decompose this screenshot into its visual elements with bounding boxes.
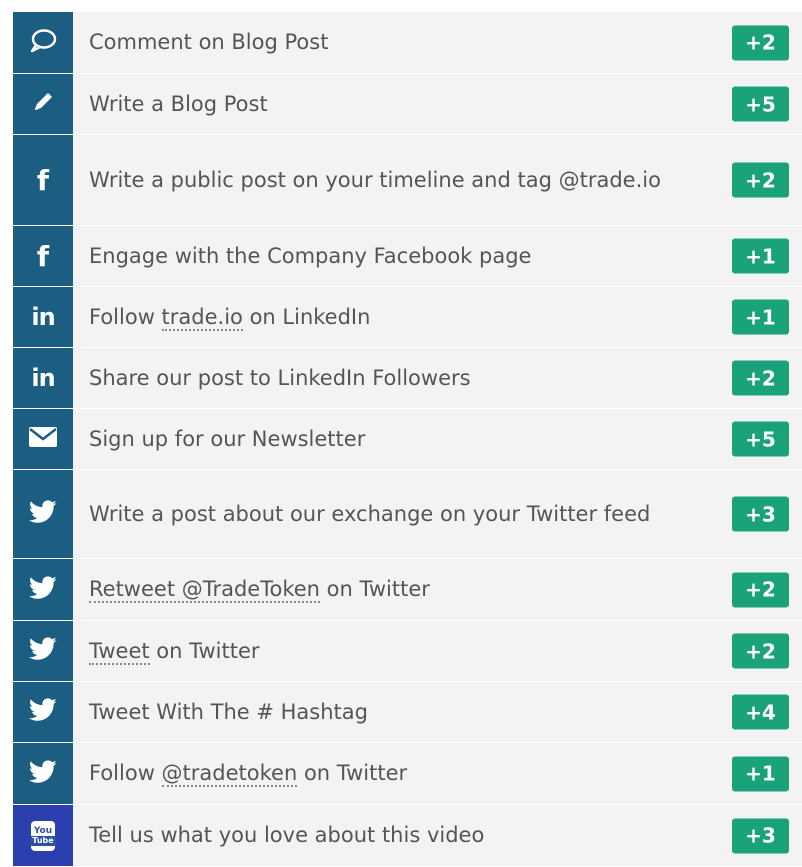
points-badge[interactable]: +2: [732, 360, 789, 396]
points-badge[interactable]: +1: [732, 299, 789, 335]
linkedin-icon: in: [31, 364, 55, 392]
twitter-icon: [28, 759, 57, 788]
task-label-text: Engage with the Company Facebook page: [89, 243, 532, 268]
points-badge[interactable]: +2: [732, 572, 789, 607]
task-label: Sign up for our Newsletter: [73, 409, 802, 469]
twitter-icon: [28, 698, 57, 726]
task-row[interactable]: Tweet With The # Hashtag +4: [13, 682, 802, 743]
task-row[interactable]: Write a post about our exchange on your …: [13, 470, 802, 559]
twitter-icon: [28, 637, 57, 665]
task-label: Tweet on Twitter: [73, 621, 802, 681]
task-list: Comment on Blog Post +2 Write a Blog Post +…: [13, 12, 802, 867]
task-link[interactable]: trade.io: [161, 304, 243, 331]
task-label: Write a post about our exchange on your …: [73, 470, 802, 558]
task-icon-cell: [13, 682, 73, 742]
task-label: Retweet @TradeToken on Twitter: [73, 559, 802, 620]
task-label: Tweet With The # Hashtag: [73, 682, 802, 742]
task-row[interactable]: Retweet @TradeToken on Twitter +2: [13, 559, 802, 621]
task-label-text: Share our post to LinkedIn Followers: [89, 365, 471, 390]
task-label: Engage with the Company Facebook page: [73, 226, 802, 286]
task-label-text: Write a Blog Post: [89, 91, 268, 116]
task-icon-cell: [13, 743, 73, 804]
task-label-text: on Twitter: [297, 761, 408, 785]
points-badge[interactable]: +2: [732, 25, 789, 60]
points-badge[interactable]: +4: [732, 694, 789, 730]
task-label: Write a Blog Post: [73, 74, 802, 134]
task-label-text: Sign up for our Newsletter: [89, 426, 366, 451]
task-row[interactable]: in Follow trade.io on LinkedIn +1: [13, 287, 802, 348]
twitter-icon: [28, 500, 57, 528]
task-label-text: on LinkedIn: [242, 304, 371, 329]
task-row[interactable]: in Share our post to LinkedIn Followers +2: [13, 348, 802, 409]
points-badge[interactable]: +3: [732, 818, 789, 853]
task-icon-cell: in: [13, 348, 73, 408]
task-label-text: Follow: [89, 304, 162, 329]
task-label-text: Follow: [89, 761, 162, 785]
points-badge[interactable]: +5: [732, 86, 789, 122]
task-label-text: Write a public post on your timeline and…: [89, 167, 661, 192]
task-label-text: on Twitter: [149, 638, 260, 663]
task-link[interactable]: Retweet @TradeToken: [89, 577, 320, 603]
task-row[interactable]: You Tube Tell us what you love about this …: [13, 805, 802, 867]
task-icon-cell: [13, 470, 73, 558]
task-link[interactable]: @tradetoken: [161, 761, 298, 787]
task-row[interactable]: Comment on Blog Post +2: [13, 12, 802, 74]
points-badge[interactable]: +1: [732, 756, 789, 791]
facebook-icon: f: [36, 239, 50, 273]
task-label-text: on Twitter: [319, 577, 430, 601]
task-label: Follow @tradetoken on Twitter: [73, 743, 802, 804]
task-row[interactable]: Tweet on Twitter +2: [13, 621, 802, 682]
task-label-text: Write a post about our exchange on your …: [89, 501, 651, 526]
twitter-icon: [28, 575, 57, 604]
task-icon-cell: [13, 409, 73, 469]
youtube-icon: You Tube: [30, 820, 56, 851]
linkedin-icon: in: [31, 303, 55, 331]
task-icon-cell: [13, 74, 73, 134]
task-row[interactable]: f Write a public post on your timeline an…: [13, 135, 802, 226]
envelope-icon: [28, 426, 58, 452]
task-row[interactable]: Write a Blog Post +5: [13, 74, 802, 135]
task-icon-cell: [13, 621, 73, 681]
task-label: Comment on Blog Post: [73, 12, 802, 73]
task-label-text: Tweet With The # Hashtag: [89, 699, 368, 724]
points-badge[interactable]: +3: [732, 496, 789, 532]
task-icon-cell: [13, 559, 73, 620]
task-label-text: Comment on Blog Post: [89, 30, 329, 54]
task-row[interactable]: f Engage with the Company Facebook page +1: [13, 226, 802, 287]
task-label-text: Tell us what you love about this video: [89, 823, 485, 847]
task-icon-cell: in: [13, 287, 73, 347]
task-icon-cell: f: [13, 226, 73, 286]
task-label: Tell us what you love about this video: [73, 805, 802, 866]
task-label: Share our post to LinkedIn Followers: [73, 348, 802, 408]
points-badge[interactable]: +2: [732, 633, 789, 669]
task-row[interactable]: Follow @tradetoken on Twitter +1: [13, 743, 802, 805]
task-label: Write a public post on your timeline and…: [73, 135, 802, 225]
task-icon-cell: [13, 12, 73, 73]
points-badge[interactable]: +1: [732, 238, 789, 274]
pencil-icon: [30, 89, 56, 119]
points-badge[interactable]: +2: [732, 162, 789, 198]
task-row[interactable]: Sign up for our Newsletter +5: [13, 409, 802, 470]
speech-bubble-icon: [29, 28, 57, 58]
task-icon-cell: You Tube: [13, 805, 73, 866]
facebook-icon: f: [36, 163, 50, 197]
points-badge[interactable]: +5: [732, 421, 789, 457]
task-icon-cell: f: [13, 135, 73, 225]
task-link[interactable]: Tweet: [89, 638, 150, 665]
task-label: Follow trade.io on LinkedIn: [73, 287, 802, 347]
